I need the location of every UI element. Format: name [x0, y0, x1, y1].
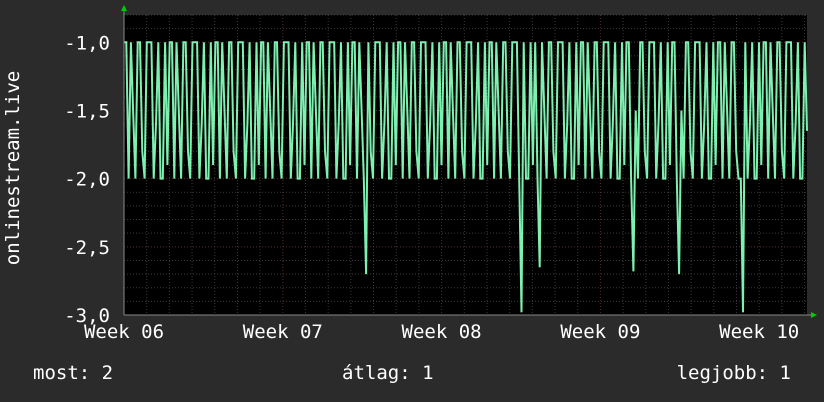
chart-panel: -1,0 -1,5 -2,0 -2,5 -3,0 Week 06 Week 07 Week 0… [0, 0, 824, 402]
y-tick-label: -1,0 [64, 32, 110, 54]
best-stat-label: legjobb: [676, 362, 769, 384]
y-axis-arrow-icon [121, 5, 127, 11]
y-axis-title: onlinestream.live [2, 71, 24, 265]
best-stat-value: 1 [779, 362, 791, 384]
line-chart: -1,0-1,5-2,0-2,5-3,0Week 06 Week 07 Week 0… [2, 5, 817, 343]
average-stat-label: átlag: [342, 362, 411, 384]
x-tick-label: Week 10 [719, 321, 799, 343]
average-stat: átlag: 1 [342, 362, 434, 384]
y-tick-label: -2,0 [64, 169, 110, 191]
current-stat: most: 2 [33, 362, 113, 384]
average-stat-value: 1 [422, 362, 434, 384]
x-tick-label: Week 08 [402, 321, 482, 343]
x-tick-label: Week 06 [84, 321, 164, 343]
x-tick-label: Week 07 [243, 321, 323, 343]
current-stat-label: most: [33, 362, 91, 384]
x-tick-label: Week 09 [560, 321, 640, 343]
y-tick-label: -2,5 [64, 237, 110, 259]
best-stat: legjobb: 1 [677, 362, 791, 384]
x-axis-arrow-icon [811, 312, 817, 318]
current-stat-value: 2 [101, 362, 114, 384]
y-tick-label: -1,5 [64, 100, 110, 122]
